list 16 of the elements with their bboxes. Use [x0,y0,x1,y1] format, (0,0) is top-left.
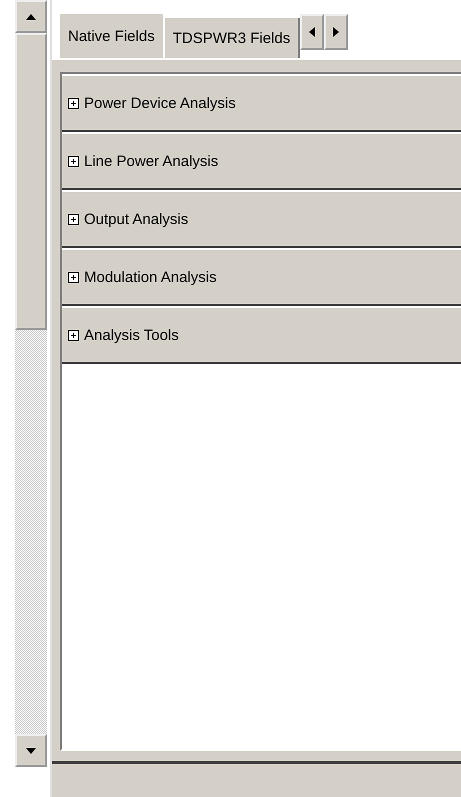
down-arrow-icon [26,748,36,754]
group-header[interactable]: Modulation Analysis [62,248,461,306]
scroll-up-button[interactable] [15,0,47,33]
tab[interactable]: Native Fields [58,12,165,58]
tab-scroll-left-button[interactable] [300,14,324,50]
group-header[interactable]: Line Power Analysis [62,132,461,190]
scroll-down-button[interactable] [15,734,47,767]
group-header[interactable]: Power Device Analysis [62,74,461,132]
up-arrow-icon [26,14,36,20]
group-header[interactable]: Analysis Tools [62,306,461,364]
tab[interactable]: TDSPWR3 Fields [164,18,300,58]
left-arrow-icon [309,27,316,37]
right-arrow-icon [333,27,340,37]
scrollbar-thumb[interactable] [15,33,47,330]
tab-scroll-right-button[interactable] [324,14,348,50]
group-header[interactable]: Output Analysis [62,190,461,248]
